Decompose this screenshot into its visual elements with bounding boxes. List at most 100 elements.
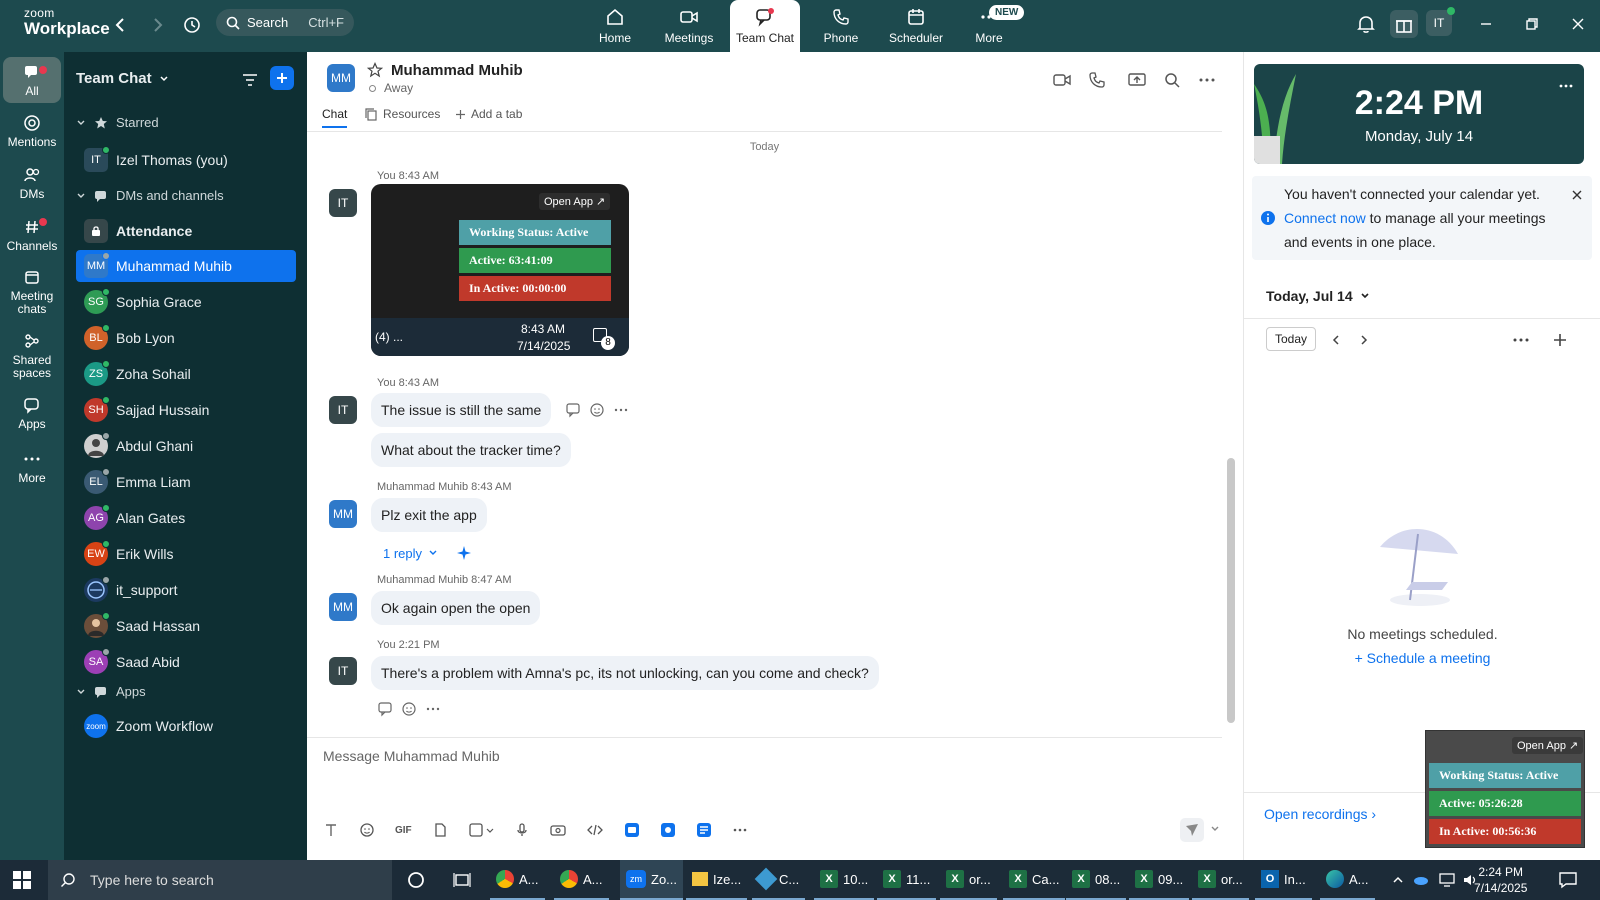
contact-muhammad-muhib[interactable]: MM Muhammad Muhib — [76, 250, 296, 282]
taskbar-app-explorer[interactable]: Ize... — [686, 860, 748, 900]
gif-button[interactable]: GIF — [395, 825, 412, 836]
screenshot-attachment[interactable]: Open App ↗ Working Status: Active Active… — [371, 184, 629, 356]
contact-erik-wills[interactable]: EW Erik Wills — [76, 538, 296, 570]
contact-it-support[interactable]: it_support — [76, 574, 296, 606]
taskbar-app-excel-4[interactable]: X Ca... — [1003, 860, 1066, 900]
cortana-icon[interactable] — [407, 871, 425, 889]
section-starred[interactable]: Starred — [76, 115, 159, 130]
taskbar-app-excel-6[interactable]: X 09... — [1129, 860, 1190, 900]
taskbar-app-outlook[interactable]: O In... — [1255, 860, 1312, 900]
taskbar-app-chrome-1[interactable]: A... — [490, 860, 545, 900]
contact-sophia-grace[interactable]: SG Sophia Grace — [76, 286, 296, 318]
emoji-icon[interactable] — [359, 822, 375, 838]
app-blue-1-icon[interactable] — [624, 822, 640, 838]
network-icon[interactable] — [1438, 872, 1456, 888]
taskbar-app-zoom[interactable]: zm Zo... — [620, 860, 684, 900]
microphone-icon[interactable] — [514, 822, 530, 838]
message-bubble[interactable]: There's a problem with Amna's pc, its no… — [371, 656, 879, 690]
taskbar-search[interactable]: Type here to search — [48, 860, 392, 900]
tab-team-chat[interactable]: Team Chat — [730, 0, 800, 52]
rail-channels[interactable]: Channels — [3, 218, 61, 253]
reply-thread-link[interactable]: 1 reply — [383, 545, 472, 561]
tab-phone[interactable]: Phone — [806, 0, 876, 52]
today-button[interactable]: Today — [1266, 327, 1317, 351]
tab-chat[interactable]: Chat — [322, 107, 348, 128]
message-bubble[interactable]: What about the tracker time? — [371, 433, 571, 467]
sidebar-title[interactable]: Team Chat — [76, 70, 170, 87]
contact-izel-thomas[interactable]: IT Izel Thomas (you) — [76, 144, 296, 176]
chat-avatar[interactable]: MM — [327, 64, 355, 92]
text-format-icon[interactable] — [323, 822, 339, 838]
chevron-left-icon[interactable] — [1330, 334, 1342, 346]
taskbar-app-excel-1[interactable]: X 10... — [814, 860, 875, 900]
add-tab-button[interactable]: Add a tab — [455, 107, 522, 121]
rail-all[interactable]: All — [3, 57, 61, 103]
tab-more[interactable]: More NEW — [954, 0, 1025, 52]
date-selector[interactable]: Today, Jul 14 — [1266, 288, 1371, 304]
onedrive-icon[interactable] — [1412, 872, 1430, 888]
rail-mentions[interactable]: Mentions — [3, 114, 61, 149]
tray-chevron-up-icon[interactable] — [1392, 874, 1404, 886]
rail-shared-spaces[interactable]: Shared spaces — [3, 332, 61, 380]
taskbar-app-c[interactable]: C... — [752, 860, 806, 900]
contact-alan-gates[interactable]: AG Alan Gates — [76, 502, 296, 534]
contact-abdul-ghani[interactable]: Abdul Ghani — [76, 430, 296, 462]
filter-icon[interactable] — [240, 70, 260, 90]
app-blue-3-icon[interactable] — [696, 822, 712, 838]
search-icon[interactable] — [1162, 70, 1182, 90]
phone-call-icon[interactable] — [1087, 70, 1107, 90]
section-apps[interactable]: Apps — [76, 684, 146, 699]
history-icon[interactable] — [181, 14, 203, 36]
close-icon[interactable] — [1572, 190, 1582, 200]
tab-scheduler[interactable]: Scheduler — [880, 0, 952, 52]
message-input[interactable]: Message Muhammad Muhib — [323, 748, 500, 764]
more-icon[interactable] — [1558, 78, 1574, 94]
message-bubble[interactable]: Ok again open the open — [371, 591, 541, 625]
user-avatar[interactable]: IT — [1426, 7, 1455, 36]
rail-apps[interactable]: Apps — [3, 396, 61, 431]
rail-more[interactable]: More — [3, 450, 61, 485]
taskbar-app-excel-2[interactable]: X 11... — [877, 860, 937, 900]
open-app-label[interactable]: Open App ↗ — [1512, 737, 1584, 754]
more-options-icon[interactable] — [1197, 70, 1217, 90]
send-button[interactable] — [1180, 818, 1204, 842]
close-window-icon[interactable] — [1566, 12, 1590, 36]
contact-sajjad-hussain[interactable]: SH Sajjad Hussain — [76, 394, 296, 426]
contact-bob-lyon[interactable]: BL Bob Lyon — [76, 322, 296, 354]
contact-saad-hassan[interactable]: Saad Hassan — [76, 610, 296, 642]
tab-home[interactable]: Home — [580, 0, 650, 52]
video-message-icon[interactable] — [550, 822, 566, 838]
taskbar-app-chrome-2[interactable]: A... — [554, 860, 609, 900]
screenshot-icon[interactable] — [468, 822, 494, 838]
windows-start-icon[interactable] — [12, 870, 32, 890]
video-call-icon[interactable] — [1052, 70, 1072, 90]
taskbar-app-excel-5[interactable]: X 08... — [1066, 860, 1127, 900]
forward-arrow-icon[interactable] — [146, 14, 168, 36]
schedule-meeting-link[interactable]: + Schedule a meeting — [1244, 650, 1600, 666]
tab-meetings[interactable]: Meetings — [654, 0, 724, 52]
section-dms[interactable]: DMs and channels — [76, 188, 224, 203]
new-chat-button[interactable] — [270, 66, 294, 90]
message-bubble[interactable]: Plz exit the app — [371, 498, 487, 532]
chevron-right-icon[interactable] — [1358, 334, 1370, 346]
contact-saad-abid[interactable]: SA Saad Abid — [76, 646, 296, 678]
message-bubble[interactable]: The issue is still the same — [371, 393, 552, 427]
tab-resources[interactable]: Resources — [365, 107, 440, 121]
chevron-down-icon[interactable] — [1210, 824, 1220, 834]
plus-icon[interactable] — [1552, 332, 1568, 348]
share-screen-icon[interactable] — [1127, 70, 1147, 90]
taskbar-clock[interactable]: 2:24 PM 7/14/2025 — [1474, 864, 1527, 896]
search-box[interactable]: Search Ctrl+F — [216, 9, 354, 36]
connect-now-link[interactable]: Connect now — [1284, 210, 1366, 226]
task-view-icon[interactable] — [453, 871, 471, 889]
minimize-icon[interactable] — [1474, 12, 1498, 36]
rail-meeting-chats[interactable]: Meeting chats — [3, 268, 61, 316]
rail-dms[interactable]: DMs — [3, 166, 61, 201]
tracker-widget[interactable]: Open App ↗ Working Status: Active Active… — [1425, 730, 1585, 848]
contact-emma-liam[interactable]: EL Emma Liam — [76, 466, 296, 498]
app-zoom-workflow[interactable]: zoom Zoom Workflow — [76, 710, 296, 742]
notifications-icon[interactable] — [1558, 871, 1578, 889]
taskbar-app-edge[interactable]: A... — [1320, 860, 1375, 900]
contact-zoha-sohail[interactable]: ZS Zoha Sohail — [76, 358, 296, 390]
more-icon[interactable] — [732, 822, 748, 838]
